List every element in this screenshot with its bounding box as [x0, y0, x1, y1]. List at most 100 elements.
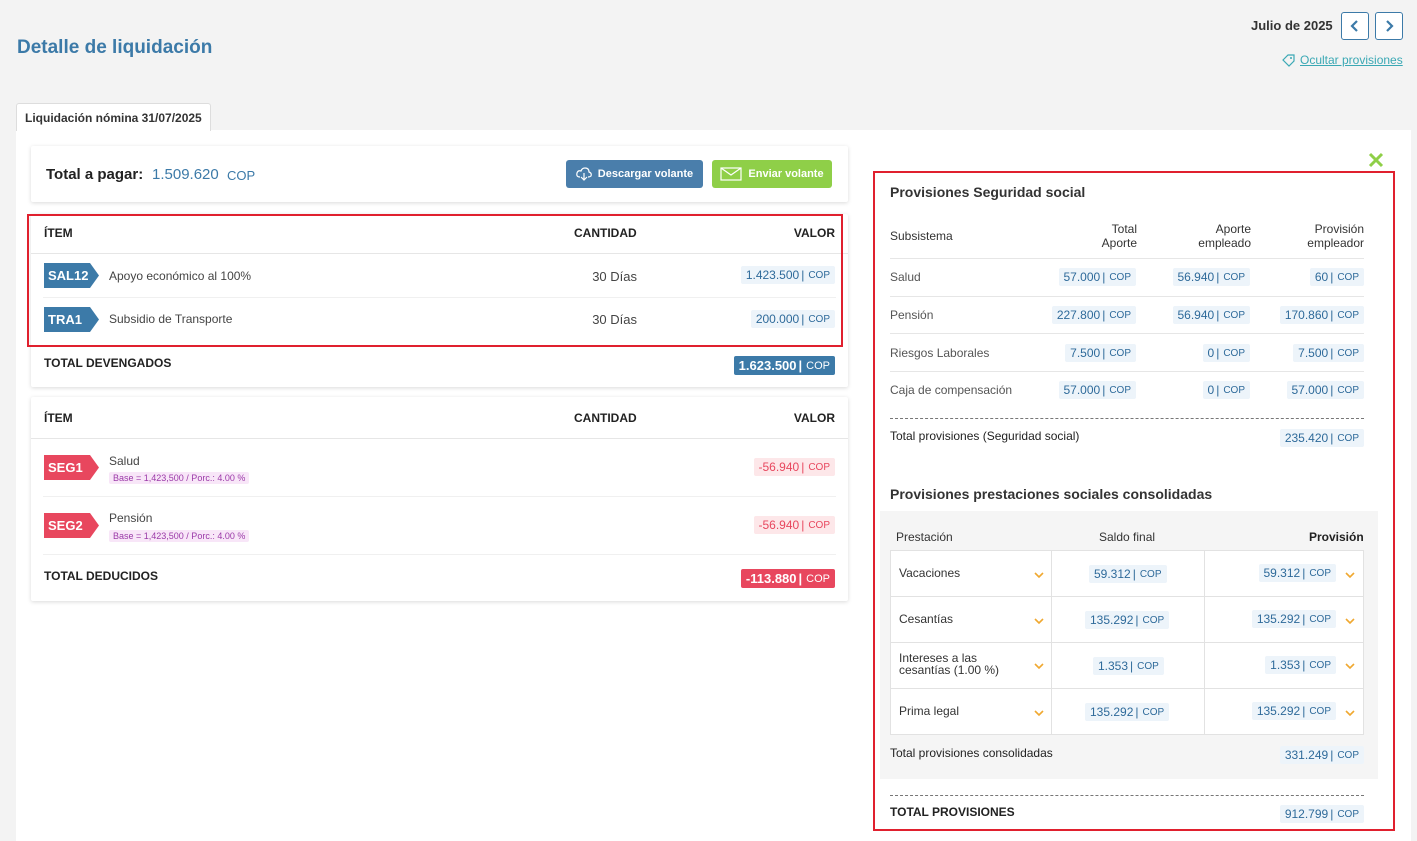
- item-description: Subsidio de Transporte: [109, 312, 233, 326]
- currency: COP: [1337, 309, 1359, 321]
- chevron-down-icon[interactable]: [1034, 662, 1044, 670]
- ss-row-name: Salud: [890, 270, 921, 284]
- currency: COP: [806, 572, 830, 585]
- currency: COP: [808, 461, 830, 473]
- ss-col-employee: Aporte empleado: [1198, 222, 1251, 250]
- devengados-card: ÍTEM CANTIDAD VALOR SAL12 Apoyo económic…: [31, 214, 848, 387]
- download-voucher-button[interactable]: Descargar volante: [566, 160, 703, 188]
- ss-total: 227.800 | COP: [1051, 306, 1136, 324]
- currency: COP: [1109, 347, 1131, 359]
- prest-provision: 135.292 | COP: [1251, 702, 1336, 720]
- ss-col-subsystem: Subsistema: [890, 229, 953, 243]
- ss-employer: 170.860 | COP: [1279, 306, 1364, 324]
- ss-total-label: Total provisiones (Seguridad social): [890, 429, 1080, 443]
- prest-balance: 59.312 | COP: [1089, 565, 1167, 583]
- currency: COP: [1109, 309, 1131, 321]
- amount: 135.292: [1090, 613, 1134, 627]
- prest-row-name: Prima legal: [899, 704, 960, 718]
- divider: [43, 496, 836, 497]
- prest-total-value: 331.249 | COP: [1279, 746, 1364, 764]
- ss-total: 7.500 | COP: [1065, 344, 1136, 362]
- chevron-down-icon[interactable]: [1034, 617, 1044, 625]
- total-deducidos-label: TOTAL DEDUCIDOS: [44, 569, 159, 583]
- next-month-button[interactable]: [1375, 12, 1403, 40]
- amount: 56.940: [1177, 270, 1215, 284]
- amount: 912.799: [1284, 807, 1329, 821]
- amount: 60: [1314, 270, 1329, 284]
- currency: COP: [1337, 347, 1359, 359]
- currency: COP: [1337, 808, 1359, 820]
- currency: COP: [1223, 271, 1245, 283]
- send-voucher-label: Enviar volante: [748, 168, 824, 180]
- month-label: Julio de 2025: [1251, 18, 1333, 33]
- divider: [43, 554, 836, 555]
- amount: 227.800: [1056, 308, 1101, 322]
- chevron-down-icon[interactable]: [1034, 709, 1044, 717]
- close-icon[interactable]: [1368, 152, 1384, 168]
- prest-balance: 135.292 | COP: [1085, 703, 1170, 721]
- total-devengados-label: TOTAL DEVENGADOS: [44, 356, 172, 370]
- prest-balance: 135.292 | COP: [1085, 611, 1170, 629]
- divider: [43, 297, 836, 298]
- chevron-down-icon[interactable]: [1345, 571, 1355, 579]
- divider: [890, 333, 1364, 334]
- prev-month-button[interactable]: [1341, 12, 1369, 40]
- item-value: 200.000 | COP: [750, 310, 835, 328]
- tab-liquidacion[interactable]: Liquidación nómina 31/07/2025: [16, 103, 211, 131]
- chevron-down-icon[interactable]: [1034, 571, 1044, 579]
- currency: COP: [1337, 384, 1359, 396]
- send-voucher-button[interactable]: Enviar volante: [712, 160, 832, 188]
- amount: 135.292: [1090, 705, 1134, 719]
- prest-row-name: Cesantías: [899, 612, 954, 626]
- divider: [31, 253, 848, 254]
- envelope-icon: [720, 167, 742, 181]
- ss-col-total: Total Aporte: [1101, 222, 1137, 250]
- amount: 1.353: [1270, 658, 1301, 672]
- prest-title: Provisiones prestaciones sociales consol…: [890, 486, 1213, 502]
- item-quantity: 30 Días: [592, 269, 637, 284]
- amount: 170.860: [1284, 308, 1329, 322]
- amount: 0: [1207, 346, 1215, 360]
- deducidos-card: ÍTEM CANTIDAD VALOR SEG1 Salud Base = 1,…: [31, 397, 848, 601]
- divider: [890, 258, 1364, 259]
- amount: 57.000: [1291, 383, 1329, 397]
- prest-row-name: Intereses a las cesantías (1.00 %): [899, 651, 1000, 677]
- amount: 57.000: [1063, 270, 1101, 284]
- amount: -56.940: [758, 518, 800, 532]
- amount: 200.000: [755, 312, 800, 326]
- hide-provisions-link[interactable]: Ocultar provisiones: [1282, 53, 1403, 67]
- col-header-value: VALOR: [793, 411, 835, 425]
- currency: COP: [1223, 347, 1245, 359]
- prest-col-name: Prestación: [896, 530, 953, 544]
- amount: 59.312: [1263, 566, 1301, 580]
- item-code-badge: SAL12: [44, 263, 99, 288]
- base-chip: Base = 1,423,500 / Porc.: 4.00 %: [109, 472, 250, 484]
- amount: 1.623.500: [738, 358, 797, 373]
- ss-employee: 0 | COP: [1202, 381, 1250, 399]
- page-title: Detalle de liquidación: [17, 37, 213, 58]
- item-quantity: 30 Días: [592, 312, 637, 327]
- currency: COP: [1139, 568, 1162, 580]
- amount: 135.292: [1256, 704, 1301, 718]
- amount: 331.249: [1284, 748, 1329, 762]
- amount: 56.940: [1177, 308, 1215, 322]
- total-to-pay-value: 1.509.620: [152, 166, 219, 183]
- ss-total-value: 235.420 | COP: [1279, 429, 1364, 447]
- divider: [31, 438, 848, 439]
- chevron-down-icon[interactable]: [1345, 617, 1355, 625]
- prest-col-balance: Saldo final: [1099, 530, 1156, 544]
- chevron-down-icon[interactable]: [1345, 662, 1355, 670]
- currency: COP: [1309, 567, 1331, 579]
- currency: COP: [808, 269, 830, 281]
- ss-col-employer: Provisión empleador: [1307, 222, 1364, 250]
- amount: 7.500: [1070, 346, 1101, 360]
- download-voucher-label: Descargar volante: [597, 168, 694, 180]
- chevron-down-icon[interactable]: [1345, 709, 1355, 717]
- hide-provisions-label: Ocultar provisiones: [1300, 53, 1403, 67]
- total-deducidos-value: -113.880 | COP: [740, 569, 835, 588]
- amount: 7.500: [1298, 346, 1329, 360]
- ss-total: 57.000 | COP: [1058, 268, 1136, 286]
- item-description: Pensión: [109, 511, 153, 525]
- item-value: 1.423.500 | COP: [740, 266, 835, 284]
- ss-total: 57.000 | COP: [1058, 381, 1136, 399]
